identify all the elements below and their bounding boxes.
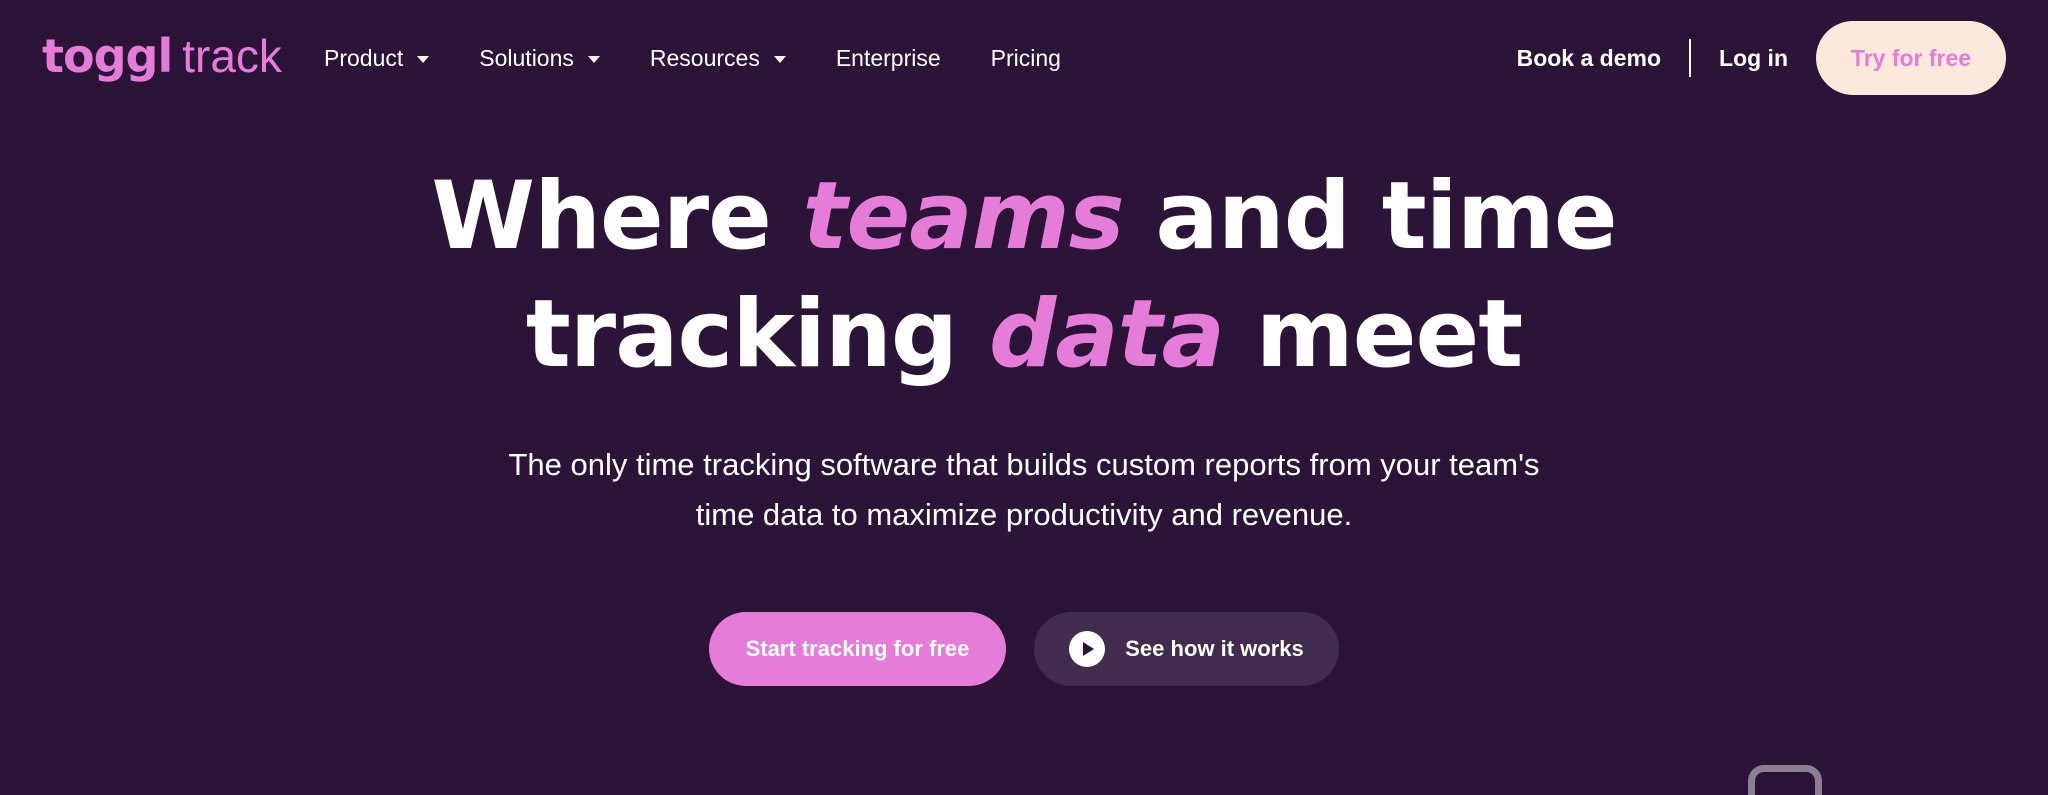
headline-text: tracking bbox=[525, 280, 989, 389]
hero-cta-group: Start tracking for free See how it works bbox=[709, 612, 1339, 686]
nav-item-pricing[interactable]: Pricing bbox=[991, 45, 1061, 72]
start-tracking-button[interactable]: Start tracking for free bbox=[709, 612, 1006, 686]
nav-item-label: Solutions bbox=[479, 44, 574, 71]
play-icon bbox=[1069, 631, 1106, 667]
nav-item-resources[interactable]: Resources bbox=[650, 45, 786, 72]
nav-item-enterprise[interactable]: Enterprise bbox=[836, 45, 941, 72]
headline-text: and time bbox=[1123, 162, 1617, 271]
see-how-it-works-label: See how it works bbox=[1125, 636, 1304, 661]
chevron-down-icon bbox=[587, 55, 600, 63]
try-for-free-button[interactable]: Try for free bbox=[1816, 21, 2006, 95]
nav-item-solutions[interactable]: Solutions bbox=[479, 45, 600, 72]
nav-divider bbox=[1689, 39, 1692, 77]
logo-wordmark-toggl: toggl bbox=[42, 29, 173, 83]
headline-highlight-data: data bbox=[988, 280, 1225, 389]
headline-line-2: tracking data meet bbox=[525, 280, 1523, 389]
nav-item-label: Pricing bbox=[990, 44, 1061, 71]
main-nav: Product Solutions Resources Enterprise P… bbox=[324, 38, 1111, 78]
chevron-down-icon bbox=[417, 55, 430, 63]
chevron-down-icon bbox=[773, 55, 786, 63]
book-demo-link[interactable]: Book a demo bbox=[1517, 45, 1661, 72]
nav-actions: Book a demo Log in Try for free bbox=[1517, 21, 2006, 95]
hero-subtitle: The only time tracking software that bui… bbox=[0, 440, 2048, 540]
nav-item-product[interactable]: Product bbox=[324, 44, 430, 72]
nav-item-label: Product bbox=[324, 44, 404, 71]
subtitle-line-1: The only time tracking software that bui… bbox=[508, 447, 1540, 482]
login-link[interactable]: Log in bbox=[1719, 45, 1788, 72]
headline-text: meet bbox=[1224, 280, 1523, 389]
toggl-track-logo[interactable]: toggl track bbox=[42, 28, 282, 88]
logo-wordmark-track: track bbox=[182, 30, 282, 82]
play-triangle bbox=[1083, 642, 1095, 656]
headline-highlight-teams: teams bbox=[802, 162, 1125, 271]
headline-line-1: Where teams and time bbox=[431, 162, 1617, 271]
hero-headline: Where teams and time tracking data meet bbox=[0, 158, 2048, 394]
nav-item-label: Enterprise bbox=[835, 44, 941, 71]
see-how-it-works-button[interactable]: See how it works bbox=[1034, 612, 1339, 686]
decorative-device-shape bbox=[1748, 765, 1822, 795]
nav-item-label: Resources bbox=[649, 44, 760, 71]
subtitle-line-2: time data to maximize productivity and r… bbox=[695, 497, 1353, 532]
page: toggl track Product Solutions Resources … bbox=[0, 0, 2048, 795]
headline-text: Where bbox=[431, 162, 803, 271]
